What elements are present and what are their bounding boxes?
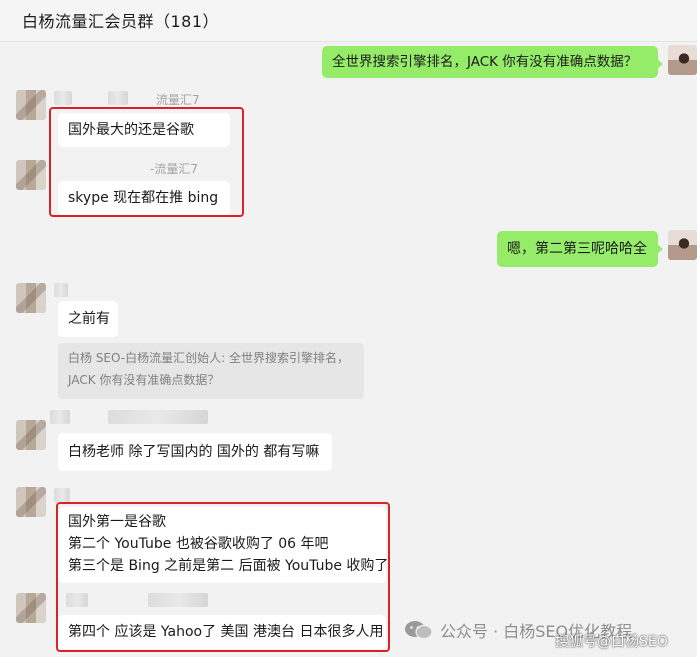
quoted-message[interactable]: 白杨 SEO-白杨流量汇创始人: 全世界搜索引擎排名， JACK 你有没有准确点… <box>58 343 364 399</box>
blurred-name <box>54 283 68 297</box>
message-text: 全世界搜索引擎排名，JACK 你有没有准确点数据？ <box>332 54 638 70</box>
wechat-official-account-icon <box>405 621 433 640</box>
sender-avatar[interactable] <box>16 160 46 190</box>
message-bubble-self[interactable]: 全世界搜索引擎排名，JACK 你有没有准确点数据？ <box>322 46 663 78</box>
quote-line: JACK 你有没有准确点数据？ <box>68 373 220 387</box>
sender-avatar[interactable] <box>16 593 46 623</box>
sender-avatar[interactable] <box>16 420 46 450</box>
quote-line: 白杨 SEO-白杨流量汇创始人: 全世界搜索引擎排名， <box>68 351 349 365</box>
message-text: 白杨老师 除了写国内的 国外的 都有写嘛 <box>68 444 320 460</box>
sender-avatar[interactable] <box>16 283 46 313</box>
message-text: 之前有 <box>68 311 110 327</box>
message-bubble[interactable]: 之前有 <box>58 301 118 337</box>
message-bubble-self[interactable]: 嗯，第二第三呢哈哈全 <box>497 231 663 267</box>
sender-avatar[interactable] <box>16 487 46 517</box>
blurred-name <box>54 488 70 502</box>
blurred-name <box>54 91 72 105</box>
blurred-name <box>50 410 70 424</box>
chat-header: 白杨流量汇会员群（181） <box>0 0 697 42</box>
message-bubble[interactable]: 白杨老师 除了写国内的 国外的 都有写嘛 <box>58 433 332 471</box>
highlight-box <box>49 107 244 217</box>
sender-avatar[interactable] <box>16 90 46 120</box>
highlight-box <box>56 502 390 652</box>
self-avatar[interactable] <box>668 45 697 75</box>
message-text: 嗯，第二第三呢哈哈全 <box>507 241 647 257</box>
watermark-sub-text: 搜狐号@白杨SEO <box>555 634 668 650</box>
blurred-name <box>108 91 128 105</box>
blurred-name <box>108 410 208 424</box>
sender-name: 流量汇7 <box>156 93 200 107</box>
self-avatar[interactable] <box>668 230 697 260</box>
chat-title: 白杨流量汇会员群（181） <box>22 12 220 31</box>
